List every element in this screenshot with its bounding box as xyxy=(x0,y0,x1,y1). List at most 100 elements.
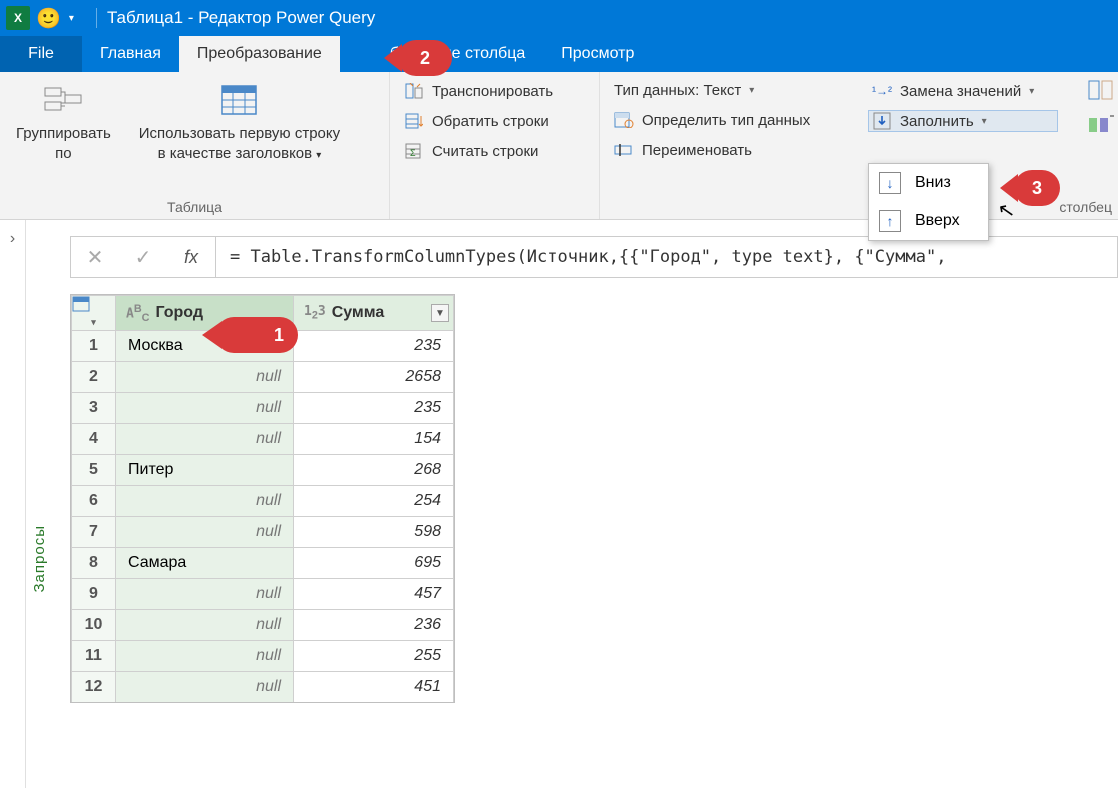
arrow-up-icon: ↑ xyxy=(879,210,901,232)
detect-type-label: Определить тип данных xyxy=(642,112,810,129)
window-title: Таблица1 - Редактор Power Query xyxy=(107,8,375,28)
ribbon-group-rows: Транспонировать Обратить строки Σ Считат… xyxy=(390,72,600,219)
cell-sum[interactable]: 268 xyxy=(294,455,454,486)
queries-pane-collapsed[interactable]: › xyxy=(0,220,26,788)
chevron-down-icon: ▾ xyxy=(982,116,987,127)
reverse-rows-button[interactable]: Обратить строки xyxy=(400,110,589,132)
detect-type-button[interactable]: Определить тип данных xyxy=(610,109,848,131)
fill-dropdown-menu: ↓ Вниз ↑ Вверх xyxy=(868,163,989,241)
transpose-button[interactable]: Транспонировать xyxy=(400,80,589,102)
fill-up-item[interactable]: ↑ Вверх xyxy=(869,202,988,240)
replace-values-label: Замена значений xyxy=(900,83,1021,100)
group-column-label: столбец xyxy=(1059,199,1112,215)
grid-corner[interactable]: ▾ xyxy=(72,296,116,331)
tab-view[interactable]: Просмотр xyxy=(543,36,652,72)
tab-home[interactable]: Главная xyxy=(82,36,179,72)
cell-sum[interactable]: 695 xyxy=(294,548,454,579)
cell-city[interactable]: Питер xyxy=(116,455,294,486)
cell-city[interactable]: null xyxy=(116,610,294,641)
fill-down-icon xyxy=(872,112,892,130)
structured-col-icon[interactable] xyxy=(1088,80,1114,100)
replace-values-icon: ¹→² xyxy=(872,82,892,100)
column-header-sum[interactable]: 123 Сумма ▼ xyxy=(294,296,454,331)
formula-accept-button[interactable]: ✓ xyxy=(119,237,167,277)
formula-input[interactable]: = Table.TransformColumnTypes(Источник,{{… xyxy=(216,236,1118,278)
ribbon-group-table: Группировать по Использовать первую стро… xyxy=(0,72,390,219)
cell-sum[interactable]: 236 xyxy=(294,610,454,641)
cell-sum[interactable]: 235 xyxy=(294,393,454,424)
cell-sum[interactable]: 235 xyxy=(294,331,454,362)
move-col-icon[interactable] xyxy=(1088,114,1114,134)
fill-button[interactable]: Заполнить ▾ xyxy=(868,110,1058,132)
fill-down-label: Вниз xyxy=(915,174,951,192)
count-rows-label: Считать строки xyxy=(432,143,538,160)
data-grid[interactable]: ▾ ABC Город 123 Сумма xyxy=(70,294,455,703)
column-sum-label: Сумма xyxy=(332,304,385,322)
cell-city[interactable]: null xyxy=(116,393,294,424)
rename-button[interactable]: Переименовать xyxy=(610,139,848,161)
group-by-label: Группировать по xyxy=(16,124,111,164)
row-header[interactable]: 6 xyxy=(72,486,116,517)
title-bar: X 🙂 ▾ Таблица1 - Редактор Power Query xyxy=(0,0,1118,36)
group-by-icon xyxy=(43,82,83,118)
table-icon xyxy=(219,82,259,118)
cell-city[interactable]: Самара xyxy=(116,548,294,579)
smiley-icon[interactable]: 🙂 xyxy=(36,6,61,31)
cell-city[interactable]: null xyxy=(116,641,294,672)
row-header[interactable]: 10 xyxy=(72,610,116,641)
row-header[interactable]: 11 xyxy=(72,641,116,672)
cell-city[interactable]: null xyxy=(116,424,294,455)
tab-file[interactable]: File xyxy=(0,36,82,72)
type-number-icon: 123 xyxy=(304,304,326,322)
formula-cancel-button[interactable]: ✕ xyxy=(71,237,119,277)
ribbon-truncated xyxy=(1088,80,1114,134)
row-header[interactable]: 9 xyxy=(72,579,116,610)
row-header[interactable]: 3 xyxy=(72,393,116,424)
column-filter-dropdown[interactable]: ▼ xyxy=(431,304,449,322)
row-header[interactable]: 5 xyxy=(72,455,116,486)
data-type-button[interactable]: Тип данных: Текст ▾ xyxy=(610,80,848,101)
chevron-down-icon: ▾ xyxy=(1029,86,1034,97)
count-rows-icon: Σ xyxy=(404,142,424,160)
use-first-row-label: Использовать первую строку в качестве за… xyxy=(139,124,340,166)
replace-values-button[interactable]: ¹→² Замена значений ▾ xyxy=(868,80,1058,102)
count-rows-button[interactable]: Σ Считать строки xyxy=(400,140,589,162)
use-first-row-headers-button[interactable]: Использовать первую строку в качестве за… xyxy=(133,78,346,217)
fill-down-item[interactable]: ↓ Вниз xyxy=(869,164,988,202)
cell-sum[interactable]: 2658 xyxy=(294,362,454,393)
cell-city[interactable]: null xyxy=(116,517,294,548)
row-header[interactable]: 12 xyxy=(72,672,116,703)
tab-transform[interactable]: Преобразование xyxy=(179,36,340,72)
fill-label: Заполнить xyxy=(900,113,974,130)
separator xyxy=(96,8,97,28)
cell-sum[interactable]: 598 xyxy=(294,517,454,548)
cell-city[interactable]: null xyxy=(116,579,294,610)
cell-city[interactable]: null xyxy=(116,362,294,393)
cell-sum[interactable]: 154 xyxy=(294,424,454,455)
transpose-icon xyxy=(404,82,424,100)
callout-3: 3 xyxy=(1014,170,1060,206)
cell-city[interactable]: null xyxy=(116,486,294,517)
row-header[interactable]: 1 xyxy=(72,331,116,362)
row-header[interactable]: 7 xyxy=(72,517,116,548)
cell-sum[interactable]: 451 xyxy=(294,672,454,703)
row-header[interactable]: 4 xyxy=(72,424,116,455)
formula-bar: ✕ ✓ fx = Table.TransformColumnTypes(Исто… xyxy=(70,236,1118,278)
group-by-button[interactable]: Группировать по xyxy=(10,78,117,217)
cell-sum[interactable]: 254 xyxy=(294,486,454,517)
cell-sum[interactable]: 255 xyxy=(294,641,454,672)
cell-sum[interactable]: 457 xyxy=(294,579,454,610)
row-header[interactable]: 8 xyxy=(72,548,116,579)
main-area: ✕ ✓ fx = Table.TransformColumnTypes(Исто… xyxy=(52,220,1118,788)
cell-city[interactable]: null xyxy=(116,672,294,703)
transpose-label: Транспонировать xyxy=(432,83,553,100)
formula-fx-button[interactable]: fx xyxy=(167,237,215,277)
excel-icon: X xyxy=(6,6,30,30)
chevron-right-icon[interactable]: › xyxy=(10,230,15,248)
reverse-rows-icon xyxy=(404,112,424,130)
row-header[interactable]: 2 xyxy=(72,362,116,393)
qat-dropdown[interactable]: ▾ xyxy=(65,13,78,24)
data-type-label: Тип данных: Текст xyxy=(614,82,741,99)
callout-1: 1 xyxy=(216,317,298,353)
detect-type-icon xyxy=(614,111,634,129)
